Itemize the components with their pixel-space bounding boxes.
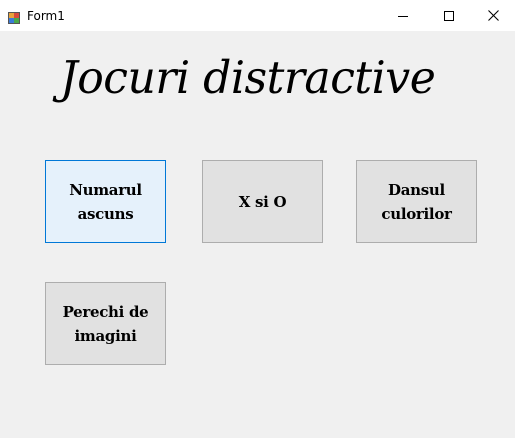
form-window: Form1 Jocuri distractive Numarul ascuns … bbox=[0, 0, 515, 438]
maximize-button[interactable] bbox=[426, 0, 472, 31]
dansul-culorilor-button[interactable]: Dansul culorilor bbox=[356, 160, 477, 243]
maximize-icon bbox=[444, 6, 454, 25]
title-bar[interactable]: Form1 bbox=[0, 0, 515, 31]
x-si-o-button[interactable]: X si O bbox=[202, 160, 323, 243]
close-button[interactable] bbox=[470, 0, 515, 31]
form-app-icon bbox=[8, 9, 20, 24]
numarul-ascuns-button[interactable]: Numarul ascuns bbox=[45, 160, 166, 243]
window-title: Form1 bbox=[27, 9, 65, 23]
minimize-icon bbox=[398, 6, 408, 25]
close-icon bbox=[487, 6, 499, 25]
minimize-button[interactable] bbox=[380, 0, 426, 31]
page-title: Jocuri distractive bbox=[60, 51, 436, 104]
perechi-de-imagini-button[interactable]: Perechi de imagini bbox=[45, 282, 166, 365]
